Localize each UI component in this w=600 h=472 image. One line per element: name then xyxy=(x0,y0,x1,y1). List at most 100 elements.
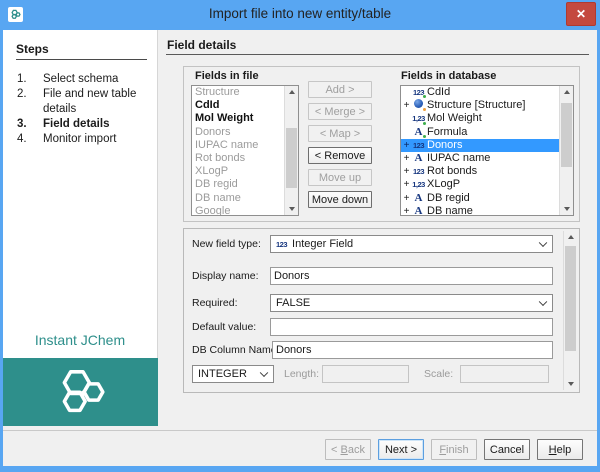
add-prefix: + xyxy=(403,152,410,165)
db-list-scrollbar[interactable] xyxy=(559,86,573,215)
file-field-item[interactable]: Rot bonds xyxy=(192,152,284,165)
fields-in-database-list[interactable]: 123CdId+Structure [Structure]1,23Mol Wei… xyxy=(400,85,574,216)
db-field-label: XLogP xyxy=(427,178,460,191)
cancel-button[interactable]: Cancel xyxy=(484,439,530,460)
scrollbar-thumb[interactable] xyxy=(561,103,572,167)
file-field-item[interactable]: Donors xyxy=(192,126,284,139)
db-field-label: Donors xyxy=(427,139,462,152)
step-label: Select schema xyxy=(43,72,153,87)
integer-type-icon: 123 xyxy=(276,240,287,249)
length-input xyxy=(322,365,409,383)
sql-type-select[interactable]: INTEGER xyxy=(192,365,274,383)
display-name-label: Display name: xyxy=(192,270,259,282)
required-row: Required: FALSE xyxy=(184,294,579,312)
scroll-up-icon[interactable] xyxy=(560,86,574,99)
step-item: 2.File and new table details xyxy=(3,87,157,117)
file-field-item[interactable]: Google xyxy=(192,205,284,216)
fields-in-file-label: Fields in file xyxy=(195,70,259,82)
dialog-window: Import file into new entity/table ✕ Step… xyxy=(0,0,600,472)
scroll-up-icon[interactable] xyxy=(285,86,299,99)
default-value-input[interactable] xyxy=(270,318,553,336)
scroll-up-icon[interactable] xyxy=(564,231,578,244)
text-field-icon: A xyxy=(410,152,427,165)
step-item: 1.Select schema xyxy=(3,72,157,87)
db-field-item[interactable]: +ADB regid xyxy=(401,192,559,205)
add-prefix: + xyxy=(403,192,410,205)
step-number: 3. xyxy=(17,117,43,132)
db-field-item[interactable]: +123Rot bonds xyxy=(401,165,559,178)
db-field-item[interactable]: AFormula xyxy=(401,126,559,139)
brand-name: Instant JChem xyxy=(3,332,157,348)
scrollbar-thumb[interactable] xyxy=(286,128,297,188)
steps-header: Steps xyxy=(16,42,147,60)
step-number: 1. xyxy=(17,72,43,87)
form-scrollbar[interactable] xyxy=(563,231,577,390)
file-field-item[interactable]: DB regid xyxy=(192,178,284,191)
add-prefix: + xyxy=(403,178,410,191)
scroll-down-icon[interactable] xyxy=(285,202,299,215)
help-button[interactable]: Help xyxy=(537,439,583,460)
sql-type-value: INTEGER xyxy=(198,368,247,380)
required-value: FALSE xyxy=(276,297,310,309)
db-field-label: Mol Weight xyxy=(427,112,482,125)
db-field-label: Formula xyxy=(427,126,467,139)
main-panel: Field details Fields in file Fields in d… xyxy=(159,30,597,430)
steps-list: 1.Select schema2.File and new table deta… xyxy=(3,72,157,147)
step-label: File and new table details xyxy=(43,87,153,117)
default-value-label: Default value: xyxy=(192,321,256,333)
db-field-item[interactable]: 123CdId xyxy=(401,86,559,99)
db-field-item[interactable]: +Structure [Structure] xyxy=(401,99,559,112)
db-column-name-input[interactable] xyxy=(272,341,553,359)
file-field-item[interactable]: IUPAC name xyxy=(192,139,284,152)
back-button: < Back xyxy=(325,439,371,460)
next-button[interactable]: Next > xyxy=(378,439,424,460)
db-field-item[interactable]: 1,23Mol Weight xyxy=(401,112,559,125)
db-field-item[interactable]: +1,23XLogP xyxy=(401,178,559,191)
db-column-name-row: DB Column Name: xyxy=(184,341,579,359)
add-prefix: + xyxy=(403,99,410,112)
move-down-button[interactable]: Move down xyxy=(308,191,372,208)
step-label: Field details xyxy=(43,117,153,132)
fields-in-file-list[interactable]: StructureCdIdMol WeightDonorsIUPAC nameR… xyxy=(191,85,299,216)
db-field-label: CdId xyxy=(427,86,450,99)
step-number: 4. xyxy=(17,132,43,147)
step-item: 4.Monitor import xyxy=(3,132,157,147)
file-field-item[interactable]: Structure xyxy=(192,86,284,99)
required-select[interactable]: FALSE xyxy=(270,294,553,312)
scrollbar-thumb[interactable] xyxy=(565,246,576,351)
move-up-button: Move up xyxy=(308,169,372,186)
add-button: Add > xyxy=(308,81,372,98)
numeric-field-icon: 123 xyxy=(410,139,427,152)
db-field-label: IUPAC name xyxy=(427,152,490,165)
db-field-item[interactable]: +ADB name xyxy=(401,205,559,216)
new-field-type-label: New field type: xyxy=(192,238,261,250)
file-field-item[interactable]: XLogP xyxy=(192,165,284,178)
file-list-scrollbar[interactable] xyxy=(284,86,298,215)
db-field-item[interactable]: +123Donors xyxy=(401,139,559,152)
scale-input xyxy=(460,365,549,383)
step-item: 3.Field details xyxy=(3,117,157,132)
db-column-name-label: DB Column Name: xyxy=(192,344,280,356)
db-field-label: Rot bonds xyxy=(427,165,477,178)
finish-button: Finish xyxy=(431,439,477,460)
brand-logo-block xyxy=(3,358,158,426)
db-field-item[interactable]: +AIUPAC name xyxy=(401,152,559,165)
close-button[interactable]: ✕ xyxy=(566,2,596,26)
new-field-type-select[interactable]: 123 Integer Field xyxy=(270,235,553,253)
scroll-down-icon[interactable] xyxy=(560,202,574,215)
numeric-field-icon: 1,23 xyxy=(410,178,427,191)
remove-button[interactable]: < Remove xyxy=(308,147,372,164)
file-field-item[interactable]: DB name xyxy=(192,192,284,205)
scroll-down-icon[interactable] xyxy=(564,377,578,390)
dialog-content: Steps 1.Select schema2.File and new tabl… xyxy=(3,30,597,466)
transfer-buttons: Add >< Merge >< Map >< RemoveMove upMove… xyxy=(308,81,372,208)
numeric-field-icon: 123 xyxy=(410,165,427,178)
header-divider xyxy=(166,54,589,55)
steps-panel: Steps 1.Select schema2.File and new tabl… xyxy=(3,30,158,426)
file-field-item[interactable]: Mol Weight xyxy=(192,112,284,125)
required-label: Required: xyxy=(192,297,238,309)
add-prefix: + xyxy=(403,139,410,152)
file-field-item[interactable]: CdId xyxy=(192,99,284,112)
display-name-input[interactable] xyxy=(270,267,553,285)
title-bar: Import file into new entity/table ✕ xyxy=(0,0,600,30)
